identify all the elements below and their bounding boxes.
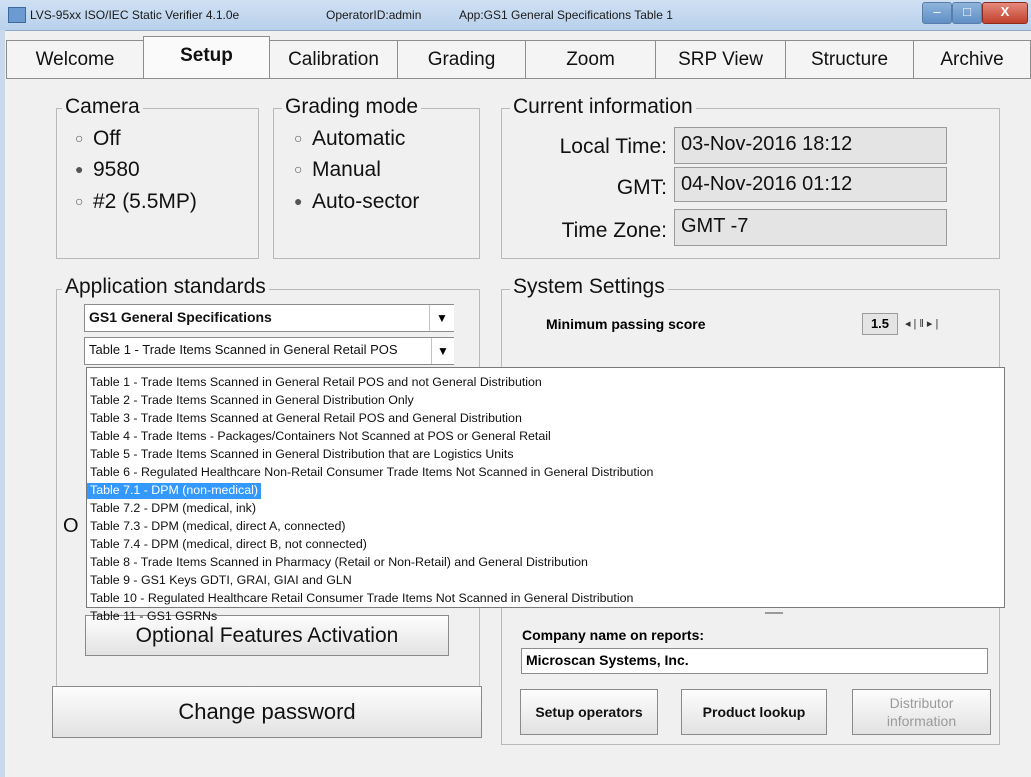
local-time-label: Local Time: — [559, 135, 667, 158]
dropdown-option-label: Table 11 - GS1 GSRNs — [90, 609, 218, 623]
min-passing-slider[interactable]: ◂|‖▸| — [905, 317, 985, 331]
minimize-icon: – — [933, 4, 941, 19]
camera-9580-radio[interactable]: ● 9580 — [75, 158, 140, 182]
timezone-label: Time Zone: — [561, 219, 667, 242]
tab-grading[interactable]: Grading — [397, 40, 526, 78]
setup-operators-button[interactable]: Setup operators — [520, 689, 658, 735]
standard-select-value: GS1 General Specifications — [89, 309, 272, 325]
camera-off-label: Off — [93, 127, 121, 150]
hidden-group-legend: O — [63, 515, 79, 537]
dropdown-option-label: Table 10 - Regulated Healthcare Retail C… — [90, 591, 634, 605]
radio-unchecked-icon: ○ — [75, 193, 84, 209]
min-passing-value: 1.5 — [862, 313, 898, 335]
camera-off-radio[interactable]: ○ Off — [75, 127, 121, 151]
window-frame — [0, 30, 5, 777]
company-label: Company name on reports: — [522, 627, 705, 643]
company-name-input[interactable]: Microscan Systems, Inc. — [521, 648, 988, 674]
maximize-icon: □ — [963, 4, 971, 19]
tab-setup[interactable]: Setup — [143, 36, 270, 79]
title-bar: LVS-95xx ISO/IEC Static Verifier 4.1.0e … — [0, 0, 1031, 31]
dropdown-option[interactable]: Table 11 - GS1 GSRNs — [87, 607, 1004, 625]
dropdown-option-label: Table 1 - Trade Items Scanned in General… — [90, 375, 542, 389]
timezone-value: GMT -7 — [674, 209, 947, 246]
minimize-button[interactable]: – — [922, 2, 952, 24]
chevron-down-icon[interactable]: ▼ — [429, 305, 454, 331]
window-title: LVS-95xx ISO/IEC Static Verifier 4.1.0e — [30, 8, 240, 22]
camera-2-label: #2 (5.5MP) — [93, 190, 197, 213]
tab-structure[interactable]: Structure — [785, 40, 914, 78]
distributor-button-line1: Distributor — [889, 695, 954, 711]
table-dropdown-list[interactable]: Table 1 - Trade Items Scanned in General… — [86, 367, 1005, 623]
dropdown-option-label: Table 9 - GS1 Keys GDTI, GRAI, GIAI and … — [90, 573, 352, 587]
dropdown-option[interactable]: Table 9 - GS1 Keys GDTI, GRAI, GIAI and … — [87, 571, 1004, 589]
gmt-value: 04-Nov-2016 01:12 — [674, 167, 947, 202]
camera-legend: Camera — [62, 95, 143, 119]
dropdown-option[interactable]: Table 3 - Trade Items Scanned at General… — [87, 409, 1004, 427]
tab-underline — [6, 78, 1031, 79]
chevron-down-icon[interactable]: ▼ — [431, 338, 454, 364]
operator-id: OperatorID:admin — [326, 8, 422, 22]
dropdown-option[interactable]: Table 1 - Trade Items Scanned in General… — [87, 373, 1004, 391]
local-time-value: 03-Nov-2016 18:12 — [674, 127, 947, 164]
tab-srp-view[interactable]: SRP View — [655, 40, 786, 78]
dropdown-option[interactable]: Table 7.2 - DPM (medical, ink) — [87, 499, 1004, 517]
standard-select[interactable]: GS1 General Specifications — [84, 304, 454, 332]
dropdown-option-label: Table 7.3 - DPM (medical, direct A, conn… — [90, 519, 346, 533]
close-icon: X — [1000, 4, 1010, 19]
dropdown-option-label: Table 6 - Regulated Healthcare Non-Retai… — [90, 465, 654, 479]
dropdown-option[interactable]: Table 7.3 - DPM (medical, direct A, conn… — [87, 517, 1004, 535]
dropdown-option[interactable]: Table 6 - Regulated Healthcare Non-Retai… — [87, 463, 1004, 481]
dropdown-option-label: Table 5 - Trade Items Scanned in General… — [90, 447, 514, 461]
dropdown-option[interactable]: Table 8 - Trade Items Scanned in Pharmac… — [87, 553, 1004, 571]
camera-2-radio[interactable]: ○ #2 (5.5MP) — [75, 190, 197, 214]
tab-zoom[interactable]: Zoom — [525, 40, 656, 78]
system-settings-legend: System Settings — [510, 275, 668, 299]
change-password-button[interactable]: Change password — [52, 686, 482, 738]
radio-unchecked-icon: ○ — [294, 161, 303, 177]
dropdown-option[interactable]: Table 2 - Trade Items Scanned in General… — [87, 391, 1004, 409]
distributor-information-button: Distributor information — [852, 689, 991, 735]
dropdown-option-label: Table 7.4 - DPM (medical, direct B, not … — [90, 537, 367, 551]
grading-mode-legend: Grading mode — [282, 95, 422, 119]
dropdown-option[interactable]: Table 7.4 - DPM (medical, direct B, not … — [87, 535, 1004, 553]
grading-automatic-radio[interactable]: ○ Automatic — [294, 127, 405, 151]
close-button[interactable]: X — [982, 2, 1028, 24]
dropdown-option[interactable]: Table 4 - Trade Items - Packages/Contain… — [87, 427, 1004, 445]
dropdown-option[interactable]: Table 10 - Regulated Healthcare Retail C… — [87, 589, 1004, 607]
product-lookup-button[interactable]: Product lookup — [681, 689, 827, 735]
tab-calibration[interactable]: Calibration — [269, 40, 398, 78]
radio-unchecked-icon: ○ — [294, 130, 303, 146]
current-info-legend: Current information — [510, 95, 696, 119]
app-name: App:GS1 General Specifications Table 1 — [459, 8, 673, 22]
app-standards-legend: Application standards — [62, 275, 269, 299]
radio-checked-icon: ● — [294, 193, 303, 209]
tab-welcome[interactable]: Welcome — [6, 40, 144, 78]
gmt-label: GMT: — [616, 176, 667, 199]
grading-auto-sector-label: Auto-sector — [312, 190, 420, 213]
table-select-value: Table 1 - Trade Items Scanned in General… — [89, 342, 398, 357]
grading-automatic-label: Automatic — [312, 127, 406, 150]
dropdown-option-label: Table 3 - Trade Items Scanned at General… — [90, 411, 522, 425]
radio-unchecked-icon: ○ — [75, 130, 84, 146]
dropdown-option[interactable]: Table 5 - Trade Items Scanned in General… — [87, 445, 1004, 463]
min-passing-label: Minimum passing score — [546, 316, 706, 332]
app-icon — [8, 7, 26, 23]
dropdown-option-label: Table 8 - Trade Items Scanned in Pharmac… — [90, 555, 588, 569]
dropdown-option-label: Table 2 - Trade Items Scanned in General… — [90, 393, 414, 407]
radio-checked-icon: ● — [75, 161, 84, 177]
camera-9580-label: 9580 — [93, 158, 140, 181]
grading-auto-sector-radio[interactable]: ● Auto-sector — [294, 190, 419, 214]
dropdown-option-label: Table 7.1 - DPM (non-medical) — [87, 483, 262, 499]
table-select[interactable]: Table 1 - Trade Items Scanned in General… — [84, 337, 454, 365]
dropdown-option[interactable]: Table 7.1 - DPM (non-medical) — [87, 481, 1004, 499]
maximize-button[interactable]: □ — [952, 2, 982, 24]
dropdown-option-label: Table 4 - Trade Items - Packages/Contain… — [90, 429, 551, 443]
distributor-button-line2: information — [886, 713, 957, 729]
tab-archive[interactable]: Archive — [913, 40, 1031, 78]
dropdown-option-label: Table 7.2 - DPM (medical, ink) — [90, 501, 256, 515]
list-resize-grip — [765, 612, 783, 614]
grading-manual-radio[interactable]: ○ Manual — [294, 158, 381, 182]
grading-manual-label: Manual — [312, 158, 381, 181]
